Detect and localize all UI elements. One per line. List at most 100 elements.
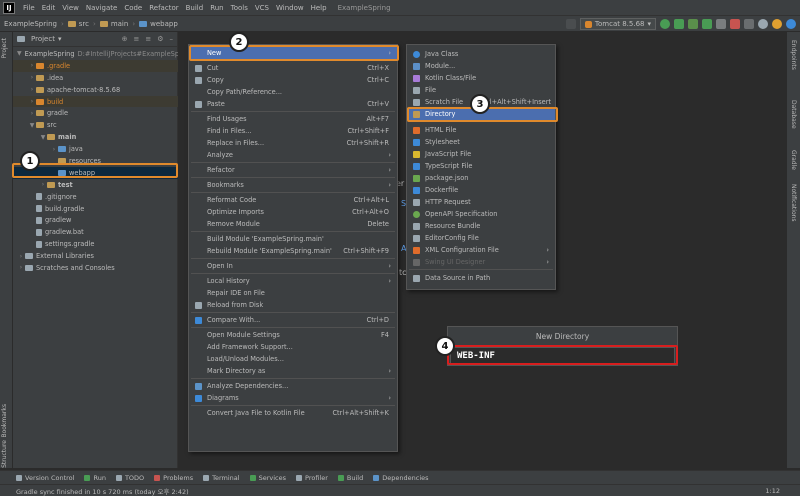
tree-item--gradle[interactable]: › .gradle: [13, 59, 178, 72]
menu-code[interactable]: Code: [124, 4, 142, 12]
profile-icon[interactable]: [702, 19, 712, 29]
tree-item-external-libraries[interactable]: › External Libraries: [13, 250, 178, 262]
menu-item-remove-module[interactable]: Remove Module Delete: [189, 218, 397, 230]
tree-item-settings-gradle[interactable]: settings.gradle: [13, 238, 178, 250]
chevron-down-icon[interactable]: ▾: [58, 35, 62, 43]
tree-item-gradlew[interactable]: gradlew: [13, 214, 178, 226]
hide-icon[interactable]: –: [170, 35, 174, 43]
menu-item-reformat-code[interactable]: Reformat Code Ctrl+Alt+L: [189, 194, 397, 206]
new-item-javascript-file[interactable]: JavaScript File: [407, 148, 555, 160]
menu-item-find-usages[interactable]: Find Usages Alt+F7: [189, 113, 397, 125]
new-item-typescript-file[interactable]: TypeScript File: [407, 160, 555, 172]
caret-position[interactable]: 1:12: [765, 487, 780, 495]
new-item-dockerfile[interactable]: Dockerfile: [407, 184, 555, 196]
more-actions-icon[interactable]: [716, 19, 726, 29]
tree-item-examplespring[interactable]: ▼ ExampleSpring D:#IntelliJProjects#Exampl…: [13, 48, 192, 60]
menu-item-rebuild-module-examplespring-main[interactable]: Rebuild Module 'ExampleSpring.main' Ctrl+…: [189, 245, 397, 257]
menu-build[interactable]: Build: [186, 4, 204, 12]
menu-run[interactable]: Run: [210, 4, 223, 12]
menu-item-copy-path-reference[interactable]: Copy Path/Reference...: [189, 86, 397, 98]
menu-vcs[interactable]: VCS: [255, 4, 269, 12]
new-item-java-class[interactable]: Java Class: [407, 48, 555, 60]
menu-item-mark-directory-as[interactable]: Mark Directory as ›: [189, 365, 397, 377]
breadcrumb-src[interactable]: src ›: [67, 20, 96, 28]
hammer-icon[interactable]: [565, 19, 576, 29]
stop-icon[interactable]: [730, 19, 740, 29]
menu-navigate[interactable]: Navigate: [86, 4, 117, 12]
structure-tool-tab[interactable]: Structure: [1, 440, 8, 468]
menu-item-reload-from-disk[interactable]: Reload from Disk: [189, 299, 397, 311]
menu-item-refactor[interactable]: Refactor ›: [189, 164, 397, 176]
new-item-package-json[interactable]: package.json: [407, 172, 555, 184]
bookmarks-tool-tab[interactable]: Bookmarks: [1, 404, 8, 438]
menu-item-find-in-files[interactable]: Find in Files... Ctrl+Shift+F: [189, 125, 397, 137]
notifications-tool-tab[interactable]: Notifications: [790, 184, 797, 222]
new-item-editorconfig-file[interactable]: EditorConfig File: [407, 232, 555, 244]
menu-refactor[interactable]: Refactor: [149, 4, 178, 12]
new-item-module[interactable]: Module...: [407, 60, 555, 72]
breadcrumb-webapp[interactable]: webapp: [139, 20, 178, 28]
expand-all-icon[interactable]: ≡: [133, 35, 139, 43]
endpoints-tool-tab[interactable]: Endpoints: [790, 40, 797, 70]
new-item-stylesheet[interactable]: Stylesheet: [407, 136, 555, 148]
locate-icon[interactable]: ⊕: [122, 35, 128, 43]
tree-item-apache-tomcat-8-5-68[interactable]: › apache-tomcat-8.5.68: [13, 84, 178, 96]
update-icon[interactable]: [772, 19, 782, 29]
new-item-kotlin-class-file[interactable]: Kotlin Class/File: [407, 72, 555, 84]
menu-item-compare-with[interactable]: Compare With... Ctrl+D: [189, 314, 397, 326]
menu-tools[interactable]: Tools: [231, 4, 248, 12]
coverage-icon[interactable]: [688, 19, 698, 29]
tree-item-scratches-and-consoles[interactable]: › Scratches and Consoles: [13, 262, 178, 274]
tree-item-src[interactable]: ▼ src: [13, 119, 178, 131]
menu-item-copy[interactable]: Copy Ctrl+C: [189, 74, 397, 86]
collapsed-arrow-icon[interactable]: ›: [50, 146, 58, 153]
tool-window-problems[interactable]: Problems: [154, 474, 193, 482]
menu-item-repair-ide-on-file[interactable]: Repair IDE on File: [189, 287, 397, 299]
run-configuration-selector[interactable]: Tomcat 8.5.68 ▾: [579, 18, 656, 30]
new-item-xml-configuration-file[interactable]: XML Configuration File ›: [407, 244, 555, 256]
menu-help[interactable]: Help: [311, 4, 327, 12]
tree-item-gradle[interactable]: › gradle: [13, 107, 178, 119]
search-icon[interactable]: [758, 19, 768, 29]
tree-item--idea[interactable]: › .idea: [13, 72, 178, 84]
expanded-arrow-icon[interactable]: ▼: [28, 122, 36, 129]
menu-item-convert-java-file-to-kotlin-file[interactable]: Convert Java File to Kotlin File Ctrl+Alt…: [189, 407, 397, 419]
menu-item-cut[interactable]: Cut Ctrl+X: [189, 62, 397, 74]
tool-window-terminal[interactable]: Terminal: [203, 474, 240, 482]
tree-item-build[interactable]: › build: [13, 95, 178, 108]
new-item-openapi-specification[interactable]: OpenAPI Specification: [407, 208, 555, 220]
menu-item-load-unload-modules[interactable]: Load/Unload Modules...: [189, 353, 397, 365]
tree-item-gradlew-bat[interactable]: gradlew.bat: [13, 226, 178, 238]
menu-item-diagrams[interactable]: Diagrams ›: [189, 392, 397, 404]
tool-window-dependencies[interactable]: Dependencies: [373, 474, 429, 482]
menu-item-open-module-settings[interactable]: Open Module Settings F4: [189, 329, 397, 341]
breadcrumb-main[interactable]: main ›: [99, 20, 135, 28]
menu-item-open-in[interactable]: Open In ›: [189, 260, 397, 272]
menu-window[interactable]: Window: [276, 4, 304, 12]
collapsed-arrow-icon[interactable]: ›: [17, 253, 25, 260]
menu-file[interactable]: File: [23, 4, 35, 12]
database-tool-tab[interactable]: Database: [790, 100, 797, 129]
tool-window-run[interactable]: Run: [84, 474, 106, 482]
jetbrains-logo-icon[interactable]: [786, 19, 796, 29]
tool-window-version-control[interactable]: Version Control: [16, 474, 74, 482]
tool-window-profiler[interactable]: Profiler: [296, 474, 328, 482]
new-item-html-file[interactable]: HTML File: [407, 124, 555, 136]
menu-item-analyze[interactable]: Analyze ›: [189, 149, 397, 161]
expanded-arrow-icon[interactable]: ▼: [17, 50, 22, 57]
gradle-tool-tab[interactable]: Gradle: [790, 150, 797, 170]
menu-item-add-framework-support[interactable]: Add Framework Support...: [189, 341, 397, 353]
new-item-resource-bundle[interactable]: Resource Bundle: [407, 220, 555, 232]
project-view-selector[interactable]: Project: [31, 35, 55, 43]
menu-item-bookmarks[interactable]: Bookmarks ›: [189, 179, 397, 191]
collapse-all-icon[interactable]: ≡: [145, 35, 151, 43]
collapsed-arrow-icon[interactable]: ›: [28, 98, 36, 105]
collapsed-arrow-icon[interactable]: ›: [17, 264, 25, 271]
gear-icon[interactable]: ⚙: [157, 35, 163, 43]
menu-edit[interactable]: Edit: [42, 4, 56, 12]
collapsed-arrow-icon[interactable]: ›: [28, 62, 36, 69]
new-item-http-request[interactable]: HTTP Request: [407, 196, 555, 208]
tree-item-build-gradle[interactable]: build.gradle: [13, 203, 178, 215]
tree-item-test[interactable]: › test: [13, 179, 178, 191]
tree-item-main[interactable]: ▼ main: [13, 131, 178, 143]
